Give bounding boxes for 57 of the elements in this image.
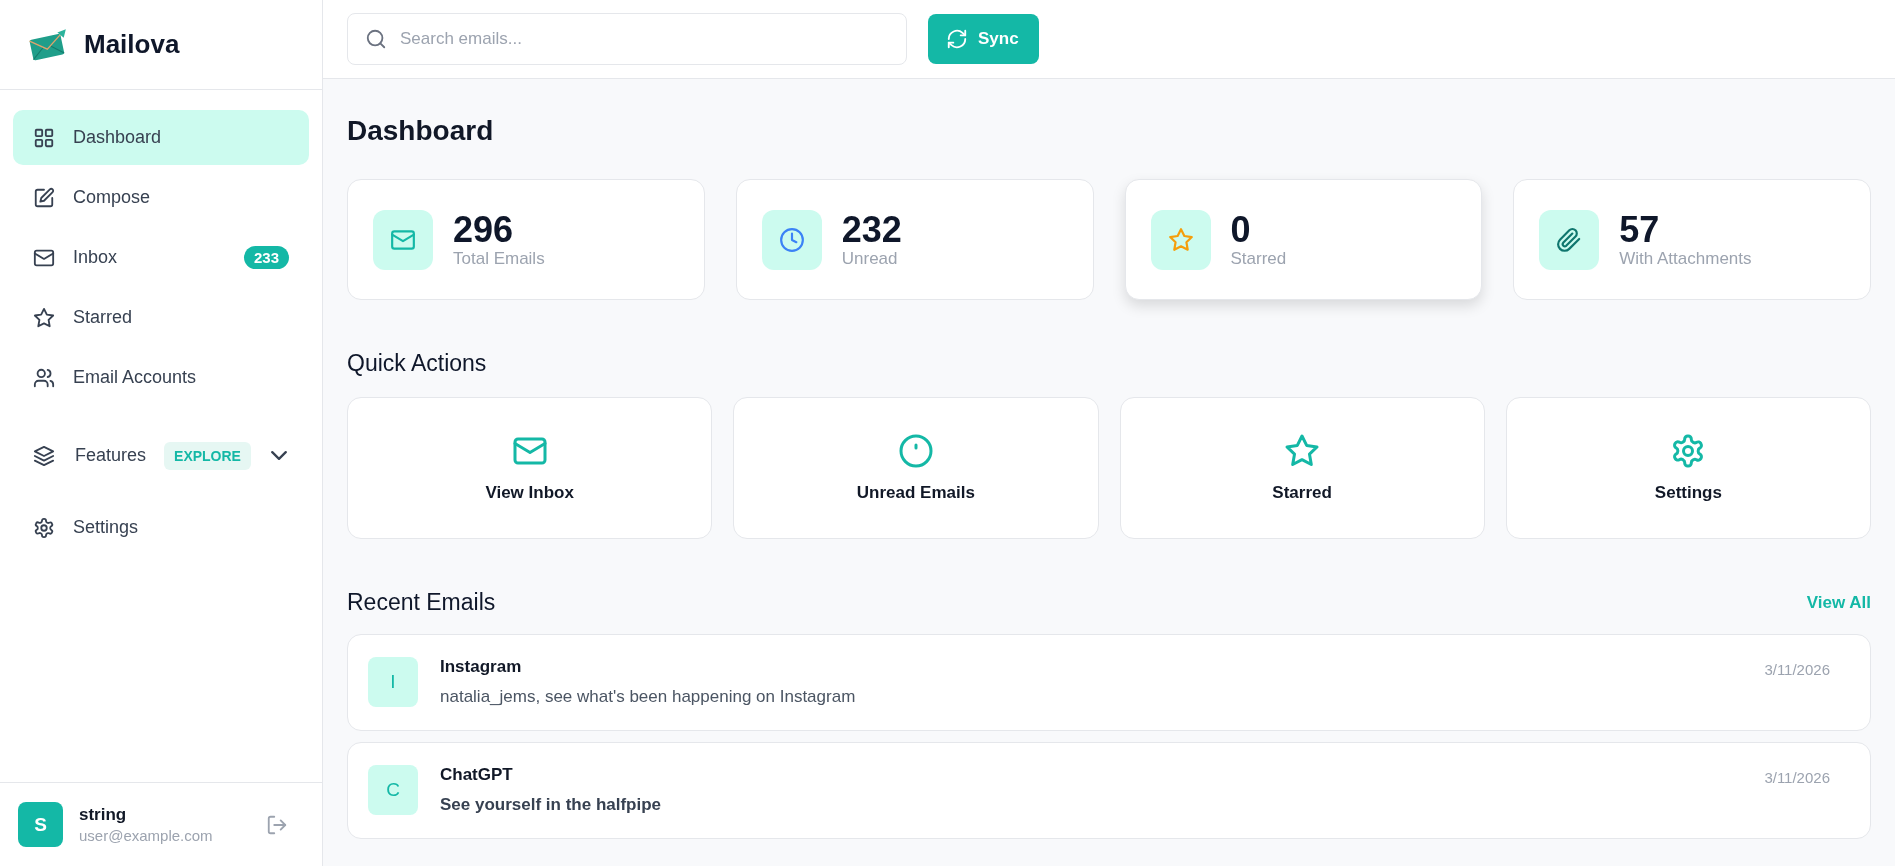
email-sender: ChatGPT	[440, 765, 514, 785]
stat-value: 232	[841, 209, 902, 250]
quick-action-label: Settings	[1654, 483, 1722, 503]
stat-label: With Attachments	[1619, 249, 1752, 270]
stat-label: Total Emails	[453, 249, 545, 270]
settings-icon	[33, 516, 55, 539]
stat-value: 296	[453, 209, 515, 250]
user-name: string	[79, 805, 128, 825]
grid-icon	[33, 126, 55, 149]
user-email: user@example.com	[79, 827, 214, 844]
email-sender: Instagram	[440, 657, 523, 677]
stat-label: Unread	[841, 249, 899, 270]
quick-action-card[interactable]: Settings	[1505, 397, 1871, 539]
nav-item[interactable]: Compose	[13, 170, 309, 225]
star-icon	[1167, 226, 1194, 253]
star-icon	[33, 306, 55, 329]
nav-item[interactable]: Inbox 233	[13, 230, 309, 285]
nav-item[interactable]: Dashboard	[13, 110, 309, 165]
quick-action-label: Starred	[1272, 483, 1332, 503]
chevron-icon	[270, 451, 287, 460]
sender-avatar: I	[368, 657, 418, 707]
nav-item[interactable]: Features EXPLORE	[13, 428, 309, 483]
nav-item[interactable]: Starred	[13, 290, 309, 345]
quick-action-label: Unread Emails	[856, 483, 975, 503]
sender-avatar: C	[368, 765, 418, 815]
nav-item[interactable]: Email Accounts	[13, 350, 309, 405]
layers-icon	[33, 444, 55, 467]
stat-label: Starred	[1230, 249, 1287, 270]
search-field[interactable]: Search emails...	[347, 13, 907, 65]
clock-icon	[778, 226, 805, 253]
email-date: 3/11/2026	[1764, 661, 1830, 678]
edit-icon	[33, 186, 55, 209]
email-subject: natalia_jems, see what's been happening on Instagram	[440, 687, 857, 707]
stat-value: 57	[1619, 209, 1661, 250]
page-title: Dashboard	[347, 115, 495, 147]
alert-circle-icon	[897, 433, 934, 469]
section-title: Recent Emails	[347, 589, 496, 616]
email-row[interactable]: I Instagram natalia_jems, see what's been happening on Instagram 3/11/2026	[347, 634, 1871, 731]
email-row[interactable]: C ChatGPT See yourself in the halfpipe 3/11/2026	[347, 742, 1871, 839]
count-badge: 233	[243, 246, 289, 269]
nav-item[interactable]: Settings	[13, 500, 309, 555]
paperclip-icon	[1556, 226, 1583, 253]
section-title: Quick Actions	[347, 350, 488, 377]
quick-action-card[interactable]: Starred	[1119, 397, 1485, 539]
explore-tag: EXPLORE	[164, 441, 251, 470]
quick-action-label: View Inbox	[485, 483, 574, 503]
user-avatar: S	[18, 802, 63, 847]
star-icon	[1284, 433, 1321, 469]
app-name: Mailova	[84, 29, 180, 60]
quick-action-card[interactable]: View Inbox	[347, 397, 713, 539]
email-date: 3/11/2026	[1764, 769, 1830, 786]
sync-icon	[946, 28, 968, 50]
email-subject: See yourself in the halfpipe	[440, 795, 663, 815]
logout-icon	[266, 813, 288, 836]
quick-action-card[interactable]: Unread Emails	[733, 397, 1099, 539]
users-icon	[33, 366, 55, 389]
stat-value: 0	[1230, 209, 1252, 250]
